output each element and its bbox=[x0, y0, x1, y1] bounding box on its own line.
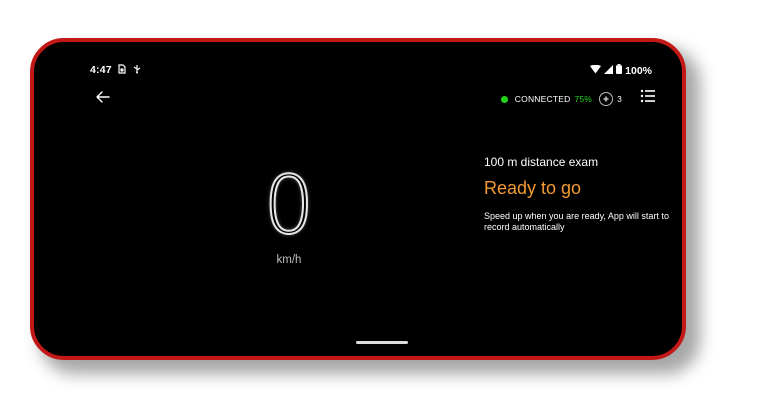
back-button[interactable] bbox=[92, 88, 114, 110]
connection-percent: 75% bbox=[574, 94, 593, 104]
exam-status: Ready to go bbox=[484, 178, 582, 198]
connection-status: CONNECTED 75% 3 bbox=[500, 92, 622, 106]
usb-icon bbox=[132, 64, 142, 77]
connection-label: CONNECTED bbox=[514, 94, 571, 104]
home-indicator[interactable] bbox=[356, 341, 408, 344]
exam-title: 100 m distance exam bbox=[484, 155, 599, 169]
speedometer: 0 km/h bbox=[234, 159, 344, 267]
sim-icon bbox=[118, 64, 126, 77]
top-bar: CONNECTED 75% 3 bbox=[34, 86, 682, 112]
list-icon bbox=[640, 89, 656, 107]
battery-percent: 100% bbox=[625, 64, 652, 77]
exam-hint: Speed up when you are ready, App will st… bbox=[484, 211, 669, 232]
device-screen: 4:47 100% CONNECTED 75% 3 0 km/h 100 m d… bbox=[30, 38, 686, 360]
signal-icon bbox=[604, 64, 614, 77]
arrow-left-icon bbox=[96, 90, 110, 108]
speed-value: 0 bbox=[263, 159, 316, 252]
satellite-count: 3 bbox=[617, 94, 622, 104]
wifi-icon bbox=[590, 64, 602, 77]
status-bar: 4:47 100% bbox=[34, 42, 682, 77]
status-time: 4:47 bbox=[90, 64, 112, 76]
menu-button[interactable] bbox=[640, 89, 660, 109]
connection-dot bbox=[500, 95, 508, 103]
battery-icon bbox=[616, 64, 623, 77]
status-right: 100% bbox=[590, 64, 652, 77]
stage: 4:47 100% CONNECTED 75% 3 0 km/h 100 m d… bbox=[0, 0, 766, 411]
exam-info: 100 m distance exam Ready to go Speed up… bbox=[484, 155, 682, 233]
satellite-icon bbox=[599, 92, 614, 106]
speed-unit: km/h bbox=[276, 254, 302, 266]
